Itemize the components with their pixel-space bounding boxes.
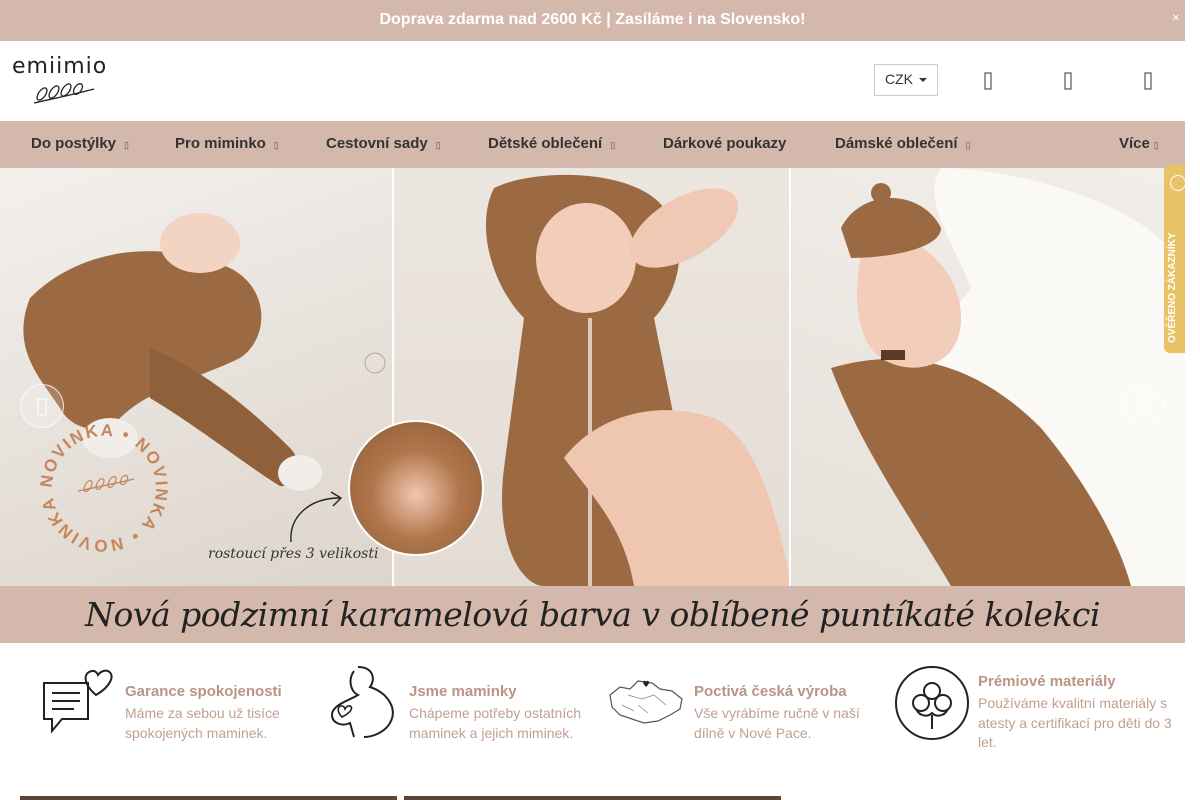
feature-desc: Vše vyrábíme ručně v naší dílně v Nové P…: [694, 705, 860, 741]
main-nav: Do postýlky ▯ Pro miminko ▯ Cestovní sady ▯…: [0, 120, 1185, 168]
currency-select[interactable]: CZK: [874, 64, 938, 96]
chevron-right-icon: [1138, 398, 1148, 416]
logo[interactable]: emiimio: [12, 55, 122, 107]
feature-desc: Máme za sebou už tisíce spokojených mami…: [125, 705, 280, 741]
nav-item-label: Více: [1119, 135, 1150, 152]
verified-reviews-tab[interactable]: OVĚŘENO ZÁKAZNÍKY: [1164, 165, 1185, 353]
feature-item: Garance spokojenosti Máme za sebou už ti…: [40, 665, 300, 745]
nav-item-label: Do postýlky: [31, 135, 117, 152]
chat-heart-icon: [43, 669, 113, 734]
baby-blanket-illustration: [831, 168, 1185, 586]
chevron-down-icon: ▯: [273, 140, 279, 150]
feature-item: Prémiové materiály Používáme kvalitní ma…: [894, 665, 1179, 750]
nav-item-do-postylky[interactable]: Do postýlky ▯: [31, 121, 129, 169]
announcement-bar: Doprava zdarma nad 2600 Kč | Zasíláme i …: [0, 0, 1185, 41]
hero-caption: rostoucí přes 3 velikosti: [208, 546, 379, 562]
nav-item-darkove-poukazy[interactable]: Dárkové poukazy: [663, 121, 786, 169]
leaf-logo-icon: [33, 83, 95, 104]
novinka-badge: NOVINKA • NOVINKA • NOVINKA •: [38, 423, 170, 553]
nav-item-cestovni-sady[interactable]: Cestovní sady ▯: [326, 121, 441, 169]
svg-text:NOVINKA • NOVINKA • NOVINKA •: NOVINKA • NOVINKA • NOVINKA •: [38, 423, 170, 553]
currency-value: CZK: [885, 71, 913, 87]
cotton-icon: [895, 666, 969, 740]
user-icon[interactable]: [1056, 69, 1080, 93]
nav-item-label: Dárkové poukazy: [663, 135, 787, 152]
announcement-text: Doprava zdarma nad 2600 Kč | Zasíláme i …: [379, 11, 806, 28]
chevron-down-icon: ▯: [1153, 140, 1159, 150]
feature-desc: Chápeme potřeby ostatních maminek a jeji…: [409, 705, 581, 741]
site-header: emiimio CZK: [0, 41, 1185, 120]
cart-icon[interactable]: [1136, 69, 1160, 93]
nav-item-detske-obleceni[interactable]: Dětské oblečení ▯: [488, 121, 615, 169]
promo-banner-text: Nová podzimní karamelová barva v oblíben…: [85, 595, 1100, 634]
nav-item-label: Cestovní sady: [326, 135, 428, 152]
verified-reviews-label: OVĚŘENO ZÁKAZNÍKY: [1167, 232, 1178, 343]
hero-slider[interactable]: NOVINKA • NOVINKA • NOVINKA • rostoucí p…: [0, 168, 1185, 586]
nav-item-pro-miminko[interactable]: Pro miminko ▯: [175, 121, 279, 169]
caret-down-icon: [919, 78, 927, 83]
search-icon[interactable]: [976, 69, 1000, 93]
product-image[interactable]: [404, 796, 781, 800]
chevron-down-icon: ▯: [965, 140, 971, 150]
logo-text: emiimio: [12, 54, 108, 79]
heureka-badge-icon: [1170, 175, 1185, 191]
feature-title: Jsme maminky: [409, 683, 517, 700]
chevron-down-icon: ▯: [124, 140, 129, 150]
chevron-down-icon: ▯: [435, 140, 441, 150]
hero-inset-photo: [348, 420, 484, 556]
feature-title: Poctivá česká výroba: [694, 683, 847, 700]
nav-item-label: Pro miminko: [175, 135, 266, 152]
feature-title: Prémiové materiály: [978, 673, 1116, 690]
pregnant-mother-icon: [330, 666, 394, 738]
curved-arrow-icon: [290, 491, 343, 543]
product-image[interactable]: [20, 796, 397, 800]
nav-item-label: Dámské oblečení: [835, 135, 958, 152]
close-icon[interactable]: ✕: [1172, 13, 1180, 24]
nav-item-label: Dětské oblečení: [488, 135, 603, 152]
nav-item-damske-obleceni[interactable]: Dámské oblečení ▯: [835, 121, 971, 169]
feature-item: Poctivá česká výroba Vše vyrábíme ručně …: [608, 665, 878, 745]
hero-photo-baby-blanket: [789, 168, 1185, 586]
chevron-down-icon: ▯: [610, 140, 616, 150]
chevron-left-icon: [37, 398, 47, 416]
feature-list: Garance spokojenosti Máme za sebou už ti…: [0, 643, 1185, 763]
czech-map-icon: [609, 680, 683, 724]
promo-banner[interactable]: Nová podzimní karamelová barva v oblíben…: [0, 586, 1185, 643]
feature-title: Garance spokojenosti: [125, 683, 282, 700]
slider-next-button[interactable]: [1121, 384, 1165, 428]
slider-prev-button[interactable]: [20, 384, 64, 428]
feature-desc: Používáme kvalitní materiály s atesty a …: [978, 695, 1172, 750]
nav-item-vice[interactable]: Více ▯: [1119, 121, 1159, 169]
hero-photo-baby-legs: NOVINKA • NOVINKA • NOVINKA • rostoucí p…: [0, 168, 392, 586]
hero-photo-baby-hood: [348, 168, 791, 586]
feature-item: Jsme maminky Chápeme potřeby ostatních m…: [328, 665, 588, 745]
